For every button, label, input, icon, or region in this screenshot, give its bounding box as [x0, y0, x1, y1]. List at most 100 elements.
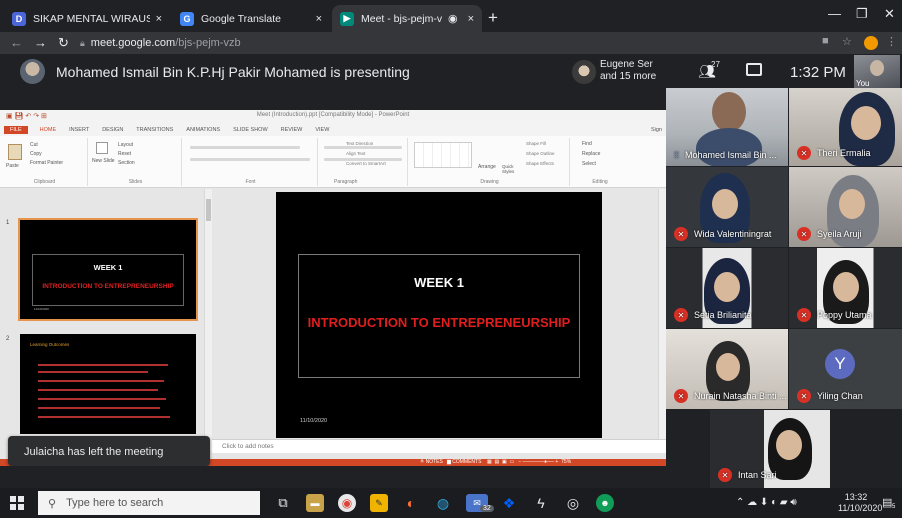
dropbox-icon[interactable]: ❖ [500, 494, 518, 512]
profile-avatar[interactable] [864, 36, 878, 50]
paste-button[interactable]: Paste [6, 163, 19, 169]
ribbon-tab-design[interactable]: DESIGN [102, 127, 123, 133]
font-format-buttons[interactable] [190, 158, 310, 161]
view-buttons-icon[interactable]: ▦ ▤ ▣ ▭ [487, 459, 514, 465]
windows-start-icon[interactable] [10, 496, 24, 510]
ribbon-tab-review[interactable]: REVIEW [281, 127, 303, 133]
reset-button[interactable]: Reset [118, 151, 131, 157]
minimize-icon[interactable]: — [828, 6, 841, 21]
firefox-icon[interactable]: ◐ [402, 494, 420, 512]
arrange-button[interactable]: Arrange [478, 164, 496, 170]
ribbon-tab-animations[interactable]: ANIMATIONS [186, 127, 220, 133]
close-icon[interactable]: × [316, 13, 322, 25]
participant-tile-setia[interactable]: ✕ Setia Brilianita [666, 248, 788, 328]
ribbon-tab-transitions[interactable]: TRANSITIONS [136, 127, 173, 133]
address-bar[interactable]: 🔒︎ meet.google.com/bjs-pejm-vzb [80, 34, 800, 52]
chat-icon[interactable] [746, 63, 762, 76]
participant-tile-poppy[interactable]: ✕ Poppy Utama [789, 248, 902, 328]
layout-button[interactable]: Layout [118, 142, 133, 148]
ribbon-group-label: Drawing [480, 179, 499, 185]
select-button[interactable]: Select [582, 161, 596, 167]
zoom-slider[interactable]: − ──────●── + [518, 459, 558, 465]
paste-icon[interactable] [8, 144, 22, 160]
slide-thumbnail-1[interactable]: WEEK 1 INTRODUCTION TO ENTREPRENEURSHIP … [18, 218, 198, 321]
chrome-profile-icon[interactable]: ☻ [596, 494, 614, 512]
browser-tab-sikap[interactable]: D SIKAP MENTAL WIRAUSAHA - P × [4, 5, 170, 32]
edge-icon[interactable]: ◍ [434, 494, 452, 512]
ribbon-group-font: Font [184, 138, 318, 186]
ribbon-tab-slide-show[interactable]: SLIDE SHOW [233, 127, 268, 133]
file-explorer-icon[interactable]: ▬ [306, 494, 324, 512]
meet-favicon-icon: ▶ [340, 11, 354, 26]
participant-tile-yiling[interactable]: Y ✕ Yiling Chan [789, 329, 902, 409]
taskbar-search-box[interactable]: ⚲ Type here to search [38, 491, 260, 515]
ribbon-tab-view[interactable]: VIEW [315, 127, 329, 133]
translate-favicon-icon: G [180, 11, 194, 26]
ribbon-group-drawing: Arrange Quick Styles Shape Fill Shape Ou… [410, 138, 570, 186]
participant-tile-intan[interactable]: ✕ Intan Sari [710, 410, 830, 488]
ribbon-tab-file[interactable]: FILE [4, 126, 28, 134]
ribbon-group-paragraph-text: Text Direction Align Text Convert to Sma… [336, 138, 408, 186]
new-tab-button[interactable]: + [488, 8, 498, 28]
format-painter-button[interactable]: Format Painter [30, 160, 63, 166]
section-button[interactable]: Section [118, 160, 135, 166]
align-text-button[interactable]: Align Text [346, 151, 365, 156]
participant-tile-wida[interactable]: ✕ Wida Valentiningrat [666, 167, 788, 247]
thumb-scrollbar[interactable] [204, 189, 212, 451]
participant-tile-syeila[interactable]: ✕ Syeila Aruji [789, 167, 902, 247]
reload-icon[interactable]: ↻ [58, 35, 69, 51]
other-presenters-label[interactable]: Eugene Ser and 15 more [600, 59, 670, 83]
shape-fill-button[interactable]: Shape Fill [526, 141, 546, 146]
status-notes-button[interactable]: NOTES [426, 459, 443, 465]
self-view[interactable]: You [854, 55, 900, 89]
task-view-icon[interactable]: ⧉ [274, 494, 292, 512]
sticky-notes-icon[interactable]: ✎ [370, 494, 388, 512]
shape-outline-button[interactable]: Shape Outline [526, 151, 555, 156]
participant-tile-theri[interactable]: ✕ Theri Ermalia [789, 88, 902, 166]
quick-styles-button[interactable]: Quick Styles [502, 164, 520, 174]
status-comments-button[interactable]: COMMENTS [452, 459, 481, 465]
notifications-icon[interactable]: ▤ [882, 496, 892, 509]
back-icon[interactable]: ← [10, 35, 23, 50]
thumb2-text-line [38, 416, 170, 418]
window-close-icon[interactable]: ✕ [884, 6, 895, 22]
scroll-thumb[interactable] [206, 199, 211, 221]
current-slide[interactable]: WEEK 1 INTRODUCTION TO ENTREPRENEURSHIP … [276, 192, 602, 438]
cut-button[interactable]: Cut [30, 142, 38, 148]
browser-tab-meet[interactable]: ▶ Meet - bjs-pejm-vzb ◉ × [332, 5, 482, 32]
shapes-gallery[interactable] [414, 142, 472, 168]
participant-face [851, 106, 881, 140]
forward-icon[interactable]: → [34, 35, 47, 50]
sign-in-link[interactable]: Sign [651, 127, 662, 133]
self-face [870, 60, 884, 76]
browser-tab-translate[interactable]: G Google Translate × [172, 5, 330, 32]
participant-tile-nurain[interactable]: ✕ Nurain Natasha Binti ... [666, 329, 788, 409]
slide-thumbnail-2[interactable]: Learning Outcomes [20, 334, 196, 434]
close-icon[interactable]: × [468, 13, 474, 25]
ribbon-tab-home[interactable]: HOME [40, 127, 57, 133]
menu-icon[interactable]: ⋮ [886, 35, 897, 48]
notes-pane[interactable]: Click to add notes [212, 439, 666, 453]
lightning-app-icon[interactable]: ϟ [532, 494, 550, 512]
replace-button[interactable]: Replace [582, 151, 600, 157]
copy-button[interactable]: Copy [30, 151, 42, 157]
system-tray-icons[interactable]: ⌃ ☁ ⬇ ◐ ▰ 🔊︎ [736, 497, 797, 508]
slide-scrollbar[interactable] [658, 189, 666, 451]
taskbar-clock[interactable]: 13:32 11/10/2020 [838, 492, 882, 514]
text-direction-button[interactable]: Text Direction [346, 141, 373, 146]
ribbon-tab-insert[interactable]: INSERT [69, 127, 89, 133]
font-family-box[interactable] [190, 146, 300, 149]
maximize-icon[interactable]: ❐ [856, 6, 868, 22]
convert-smartart-button[interactable]: Convert to SmartArt [346, 161, 386, 166]
media-player-icon[interactable]: ◎ [564, 494, 582, 512]
find-button[interactable]: Find [582, 141, 592, 147]
shape-effects-button[interactable]: Shape Effects [526, 161, 554, 166]
new-slide-icon[interactable] [96, 142, 108, 154]
participant-shoulders [696, 128, 762, 166]
participant-tile-mohamed[interactable]: ⁞⁞ Mohamed Ismail Bin ... [666, 88, 788, 166]
camera-icon[interactable]: ■ [822, 35, 829, 47]
new-slide-button[interactable]: New Slide [92, 158, 116, 164]
chrome-icon[interactable]: ◉ [338, 494, 356, 512]
close-icon[interactable]: × [156, 13, 162, 25]
star-icon[interactable]: ☆ [842, 35, 852, 48]
